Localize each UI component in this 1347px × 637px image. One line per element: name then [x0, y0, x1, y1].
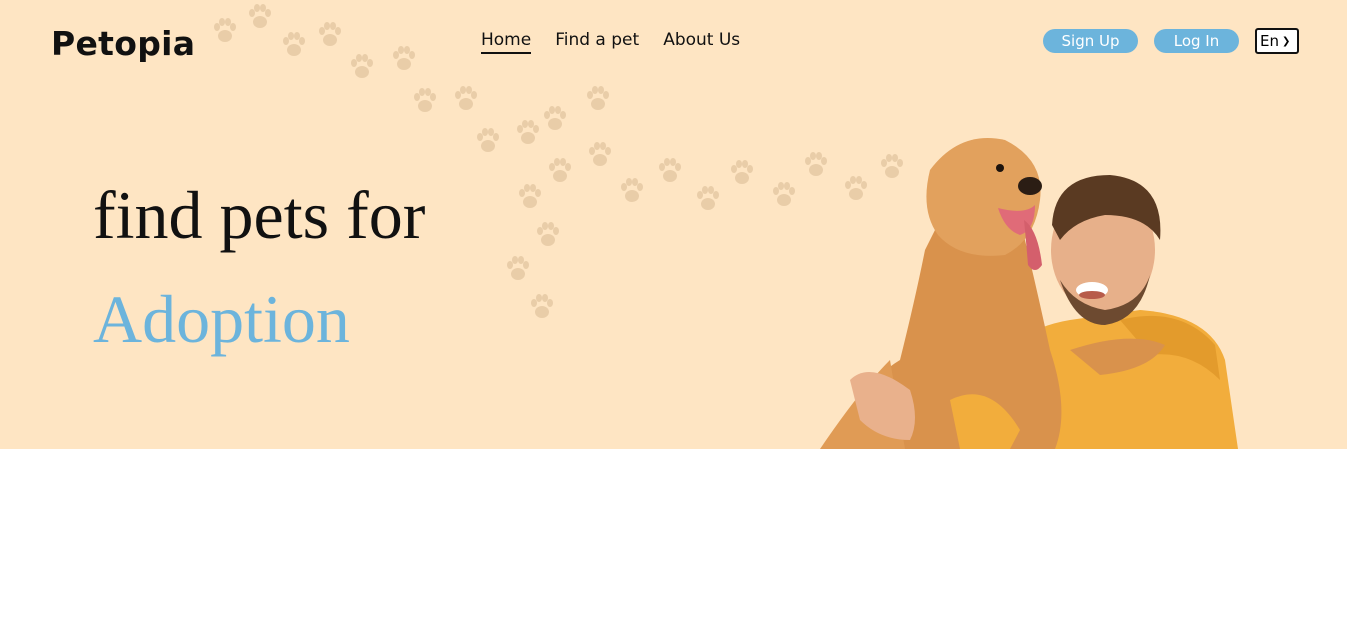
language-selected-value: En [1260, 32, 1279, 50]
hero-heading-line1: find pets for [93, 177, 426, 253]
language-select[interactable]: En ❯ [1255, 28, 1299, 54]
nav-home-link[interactable]: Home [481, 30, 532, 54]
hero-section: Petopia Home Find a pet About Us Sign Up… [0, 0, 1347, 449]
hero-heading-line2: Adoption [93, 281, 350, 357]
nav-about-us-link[interactable]: About Us [663, 30, 740, 54]
sign-up-button[interactable]: Sign Up [1043, 29, 1138, 53]
log-in-button[interactable]: Log In [1154, 29, 1239, 53]
chevron-down-icon: ❯ [1281, 35, 1291, 47]
main-nav: Home Find a pet About Us [481, 30, 740, 54]
man-with-dog-photo [820, 138, 1238, 449]
nav-find-a-pet-link[interactable]: Find a pet [555, 30, 639, 54]
brand-logo[interactable]: Petopia [51, 24, 195, 63]
